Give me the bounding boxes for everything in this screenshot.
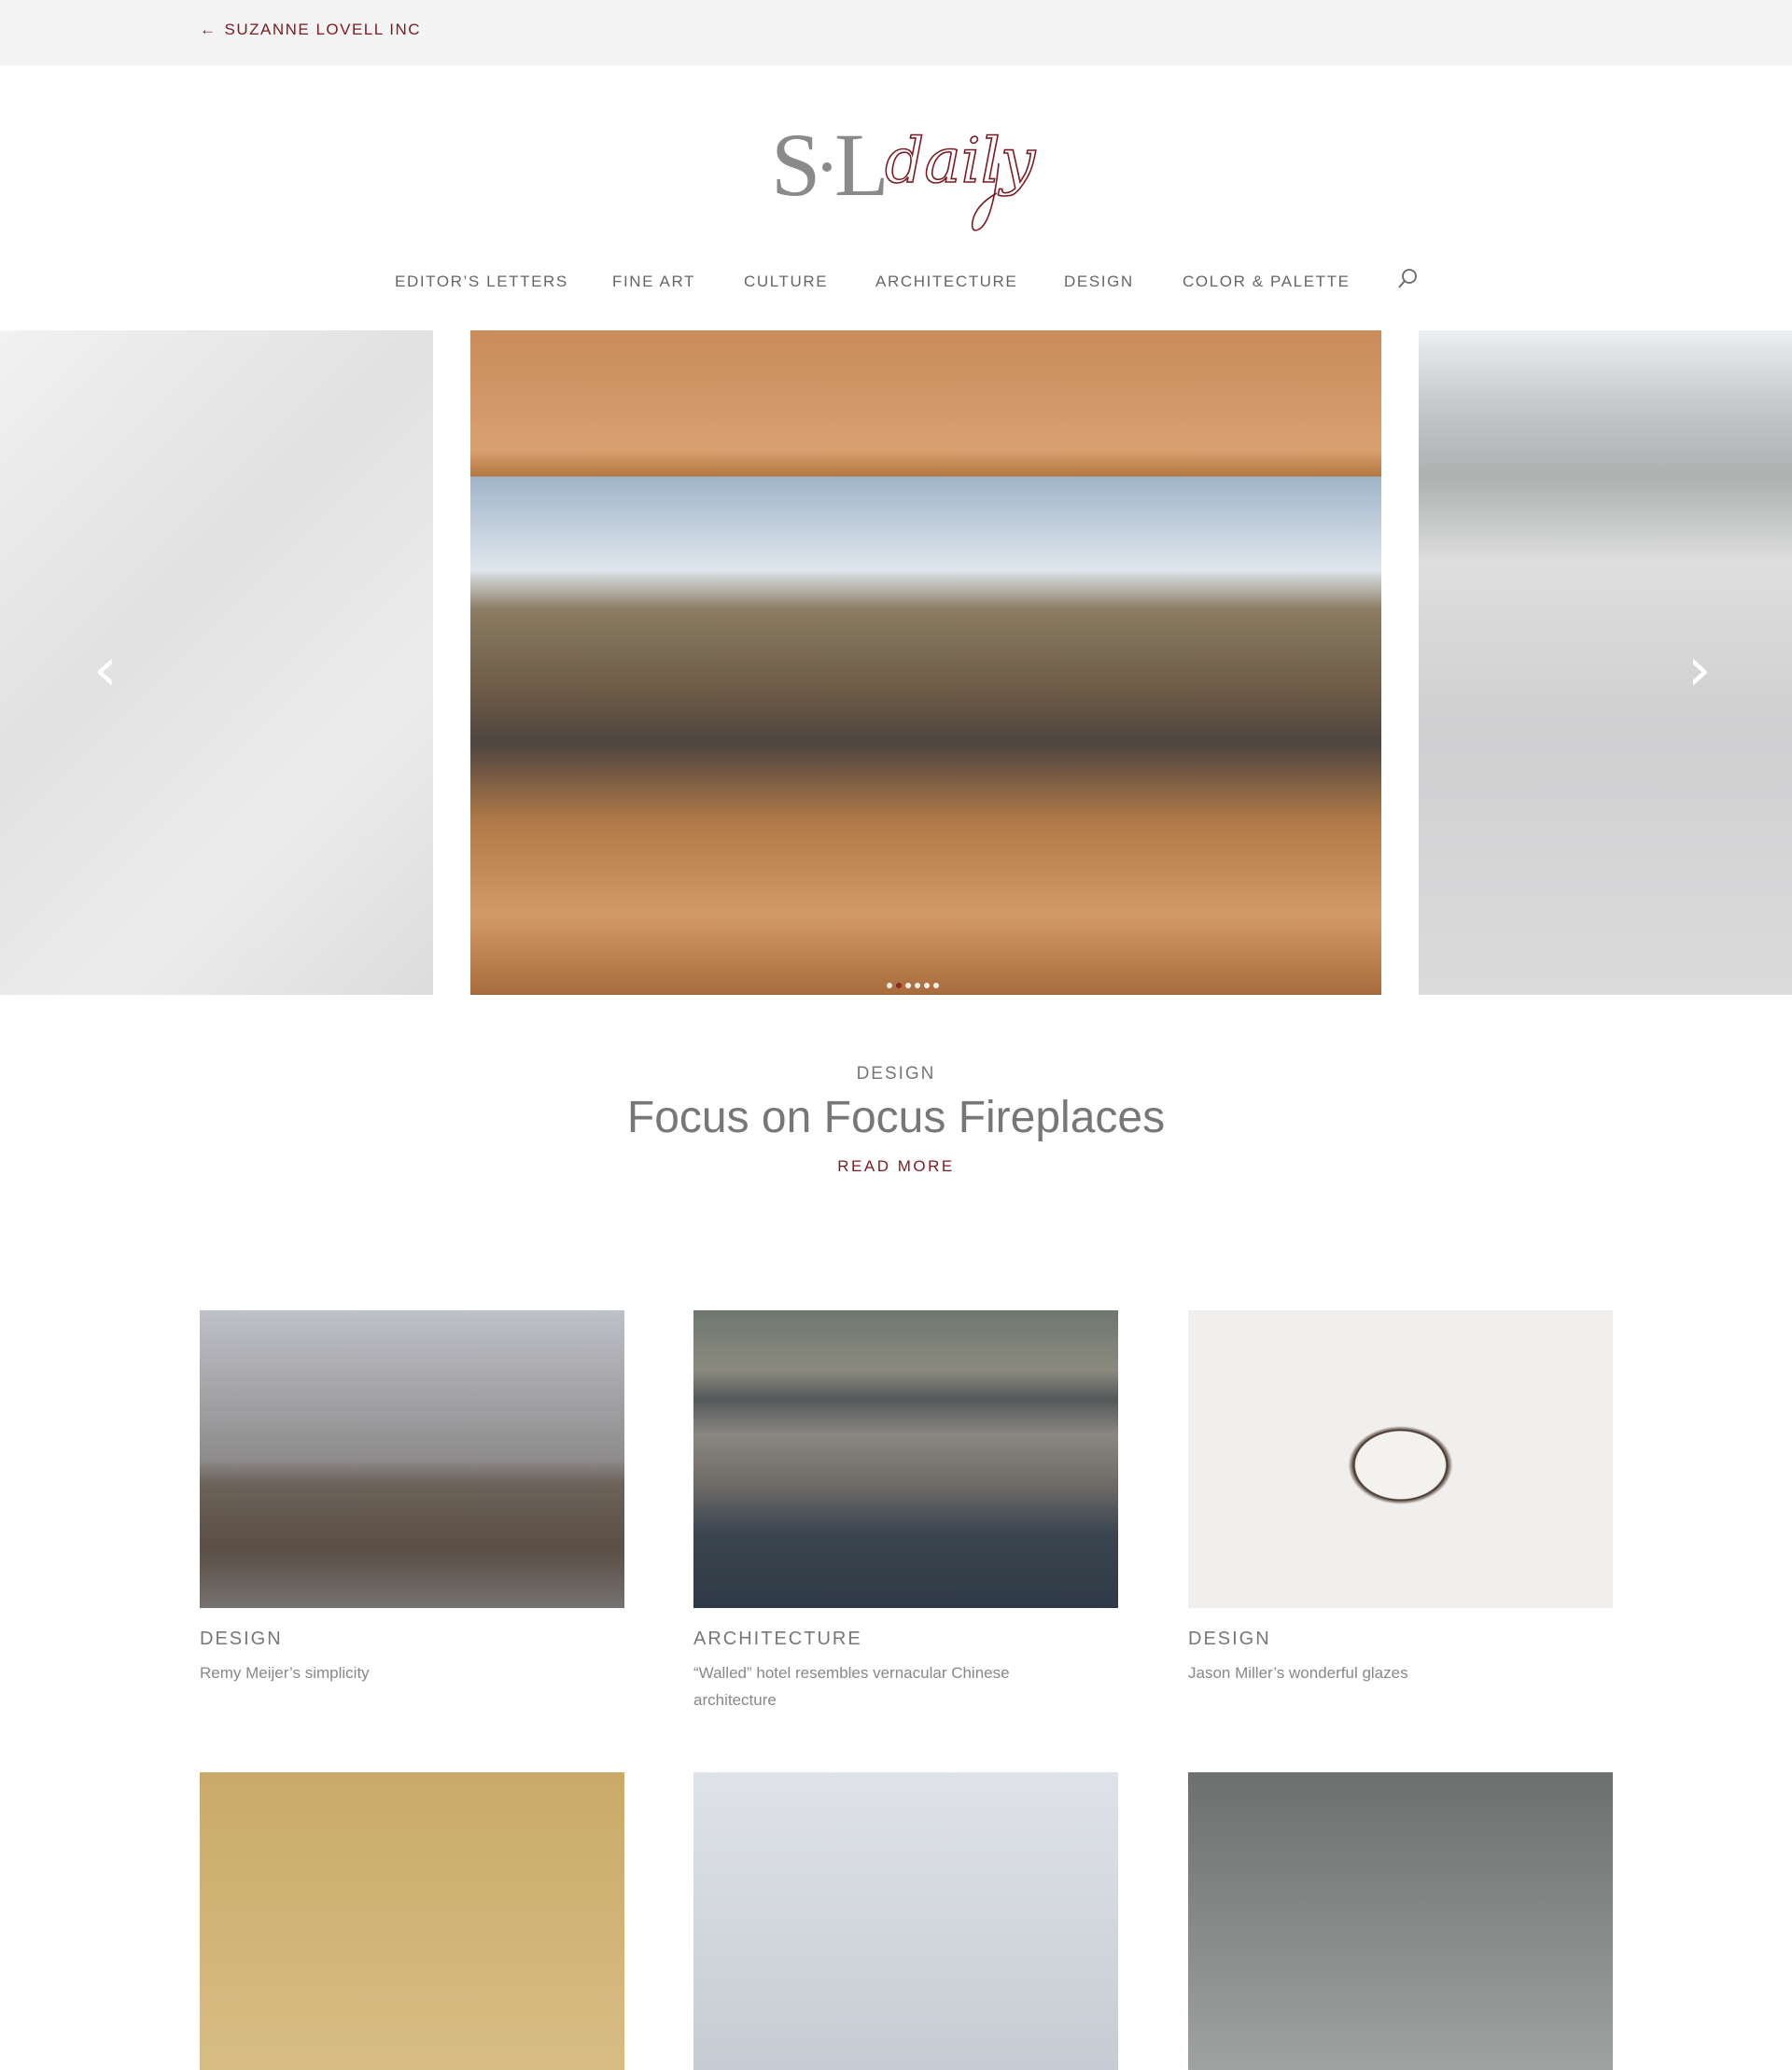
top-bar: ← SUZANNE LOVELL INC: [0, 0, 1792, 65]
article-card[interactable]: DESIGN Remy Meijer’s simplicity: [200, 1310, 624, 1686]
article-category: DESIGN: [1188, 1629, 1271, 1649]
carousel-slide-active[interactable]: [470, 330, 1381, 995]
nav-fine-art[interactable]: FINE ART: [612, 273, 695, 291]
carousel-dot[interactable]: [915, 983, 920, 988]
sl-daily-logo[interactable]: S L daily: [765, 107, 1045, 238]
featured-category: DESIGN: [856, 1064, 936, 1084]
article-image[interactable]: [693, 1772, 1118, 2070]
main-nav: EDITOR’S LETTERS FINE ART CULTURE ARCHIT…: [0, 273, 1792, 295]
carousel-next-arrow-icon[interactable]: ›: [1687, 640, 1712, 700]
svg-text:L: L: [834, 115, 889, 215]
carousel-dots: [887, 983, 939, 988]
article-title[interactable]: Jason Miller’s wonderful glazes: [1188, 1659, 1613, 1686]
carousel-prev-arrow-icon[interactable]: ‹: [93, 640, 118, 700]
article-image[interactable]: [1188, 1772, 1613, 2070]
carousel-dot-active[interactable]: [896, 983, 902, 988]
search-icon[interactable]: [1395, 267, 1420, 291]
read-more-link[interactable]: READ MORE: [0, 1157, 1792, 1176]
nav-culture[interactable]: CULTURE: [744, 273, 828, 291]
carousel-dot[interactable]: [933, 983, 939, 988]
article-category: ARCHITECTURE: [693, 1629, 862, 1649]
nav-color-palette[interactable]: COLOR & PALETTE: [1183, 273, 1351, 291]
nav-design[interactable]: DESIGN: [1064, 273, 1134, 291]
article-card[interactable]: ARCHITECTURE “Walled” hotel resembles ve…: [693, 1310, 1118, 1713]
carousel-slide-previous[interactable]: [0, 330, 433, 995]
carousel-dot[interactable]: [887, 983, 892, 988]
article-category: DESIGN: [200, 1629, 283, 1649]
article-card[interactable]: [1188, 1772, 1613, 2070]
article-card[interactable]: [200, 1772, 624, 2070]
svg-text:S: S: [771, 115, 820, 215]
featured-title[interactable]: Focus on Focus Fireplaces: [0, 1092, 1792, 1143]
article-image[interactable]: [200, 1772, 624, 2070]
article-card[interactable]: [693, 1772, 1118, 2070]
arrow-left-icon: ←: [200, 21, 217, 38]
article-image[interactable]: [200, 1310, 624, 1608]
carousel-slide-next[interactable]: [1419, 330, 1792, 995]
nav-editors-letters[interactable]: EDITOR’S LETTERS: [395, 273, 568, 291]
carousel-dot[interactable]: [905, 983, 911, 988]
back-to-suzanne-lovell-link[interactable]: ← SUZANNE LOVELL INC: [200, 21, 421, 39]
article-card[interactable]: DESIGN Jason Miller’s wonderful glazes: [1188, 1310, 1613, 1686]
article-title[interactable]: Remy Meijer’s simplicity: [200, 1659, 624, 1686]
article-image[interactable]: [1188, 1310, 1613, 1608]
article-image[interactable]: [693, 1310, 1118, 1608]
svg-text:daily: daily: [885, 125, 1036, 197]
nav-architecture[interactable]: ARCHITECTURE: [875, 273, 1017, 291]
carousel-dot[interactable]: [924, 983, 930, 988]
article-title[interactable]: “Walled” hotel resembles vernacular Chin…: [693, 1659, 1067, 1713]
